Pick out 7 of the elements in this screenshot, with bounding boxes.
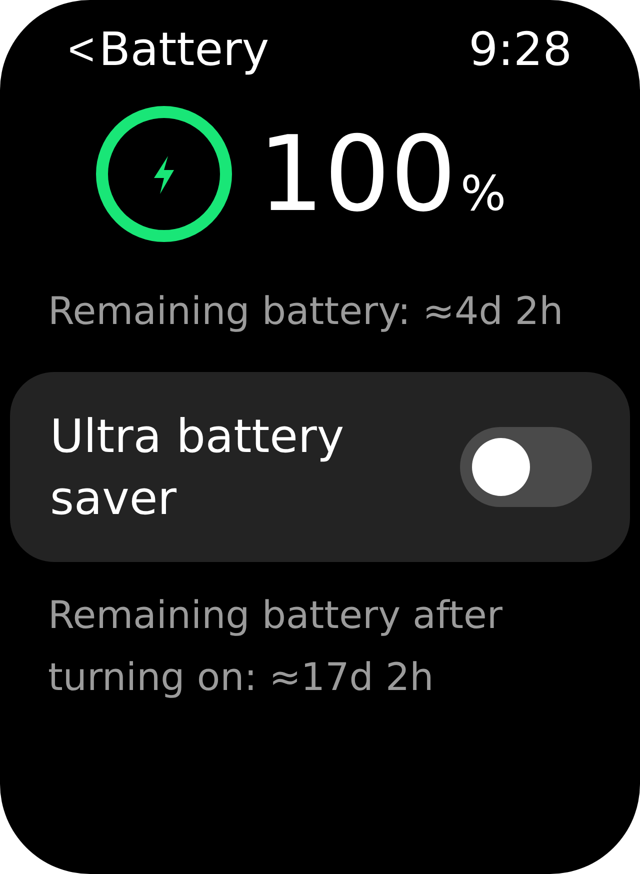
saver-label: Ultra battery saver <box>50 408 346 527</box>
percent-sign: % <box>460 170 506 218</box>
clock-time: 9:28 <box>468 26 572 72</box>
back-button[interactable]: < <box>68 26 95 72</box>
remaining-text: Remaining battery: ≈4d 2h <box>48 288 564 335</box>
battery-percent: 100 <box>258 122 456 226</box>
saver-remaining-text: Remaining battery after turning on: ≈17d 2h <box>47 592 504 701</box>
